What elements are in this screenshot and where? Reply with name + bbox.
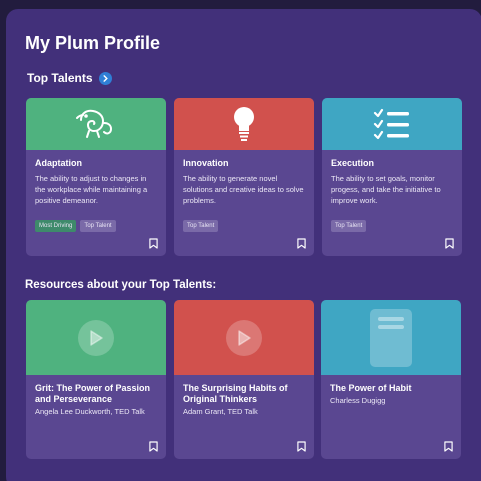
talent-title: Adaptation	[35, 158, 82, 168]
page-title: My Plum Profile	[25, 33, 161, 53]
tag-top-talent: Top Talent	[80, 220, 116, 232]
talent-card-banner	[322, 98, 462, 150]
talent-description: The ability to adjust to changes in the …	[35, 174, 148, 205]
top-talents-label: Top Talents	[27, 71, 93, 85]
resource-title: The Power of Habit	[330, 383, 412, 393]
resource-author: Charless Dugigg	[330, 396, 386, 405]
talent-title: Innovation	[183, 158, 229, 168]
bookmark-icon[interactable]	[297, 238, 306, 249]
resource-thumbnail	[26, 300, 166, 375]
tag-top-talent: Top Talent	[331, 220, 367, 232]
tag-most-driving: Most Driving	[35, 220, 77, 232]
talent-card-banner	[26, 98, 166, 150]
top-talents-heading[interactable]: Top Talents	[27, 71, 112, 85]
play-icon[interactable]	[78, 319, 114, 356]
talent-description: The ability to generate novel solutions …	[183, 174, 304, 205]
resource-card-grit[interactable]: Grit: The Power of Passion and Persevera…	[26, 300, 166, 459]
tag-top-talent: Top Talent	[183, 220, 219, 232]
chevron-right-icon[interactable]	[98, 71, 112, 85]
resource-thumbnail	[321, 300, 461, 375]
bookmark-icon[interactable]	[445, 238, 454, 249]
bookmark-icon[interactable]	[149, 441, 158, 452]
resource-title: Grit: The Power of Passion and Persevera…	[35, 383, 151, 404]
bookmark-icon[interactable]	[149, 238, 158, 249]
resources-heading: Resources about your Top Talents:	[25, 279, 217, 291]
resource-card-power-of-habit[interactable]: The Power of Habit Charless Dugigg	[321, 300, 461, 459]
bookmark-icon[interactable]	[444, 441, 453, 452]
talent-card-innovation[interactable]: Innovation The ability to generate novel…	[174, 98, 314, 256]
talent-title: Execution	[331, 158, 375, 168]
book-icon	[370, 308, 412, 367]
checklist-icon	[373, 108, 409, 140]
resource-title: The Surprising Habits of Original Thinke…	[183, 383, 288, 404]
talent-description: The ability to set goals, monitor proges…	[331, 174, 441, 205]
lightbulb-icon	[234, 107, 254, 141]
resource-author: Angela Lee Duckworth, TED Talk	[35, 407, 145, 416]
bookmark-icon[interactable]	[297, 441, 306, 452]
talent-card-execution[interactable]: Execution The ability to set goals, moni…	[322, 98, 462, 256]
resource-author: Adam Grant, TED Talk	[183, 407, 258, 416]
resource-card-original-thinkers[interactable]: The Surprising Habits of Original Thinke…	[174, 300, 314, 459]
play-icon[interactable]	[226, 319, 262, 356]
talent-card-adaptation[interactable]: Adaptation The ability to adjust to chan…	[26, 98, 166, 256]
resource-thumbnail	[174, 300, 314, 375]
chameleon-icon	[76, 109, 113, 138]
talent-card-banner	[174, 98, 314, 150]
